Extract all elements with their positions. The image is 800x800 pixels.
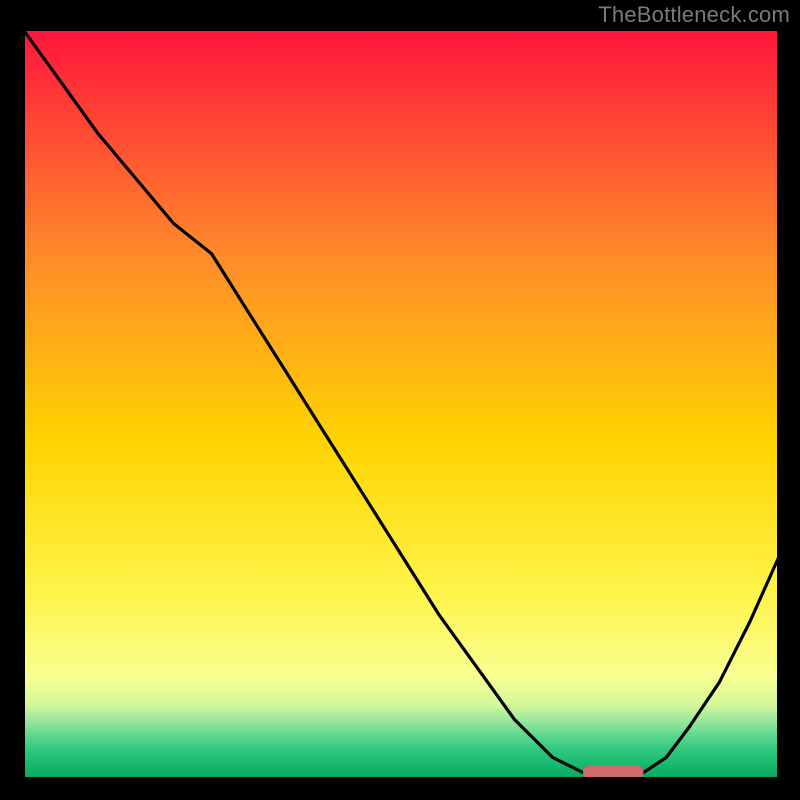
bottleneck-chart — [0, 0, 800, 800]
chart-frame: { "watermark": "TheBottleneck.com", "col… — [0, 0, 800, 800]
gradient-background — [22, 28, 780, 780]
watermark-text: TheBottleneck.com — [598, 2, 790, 28]
